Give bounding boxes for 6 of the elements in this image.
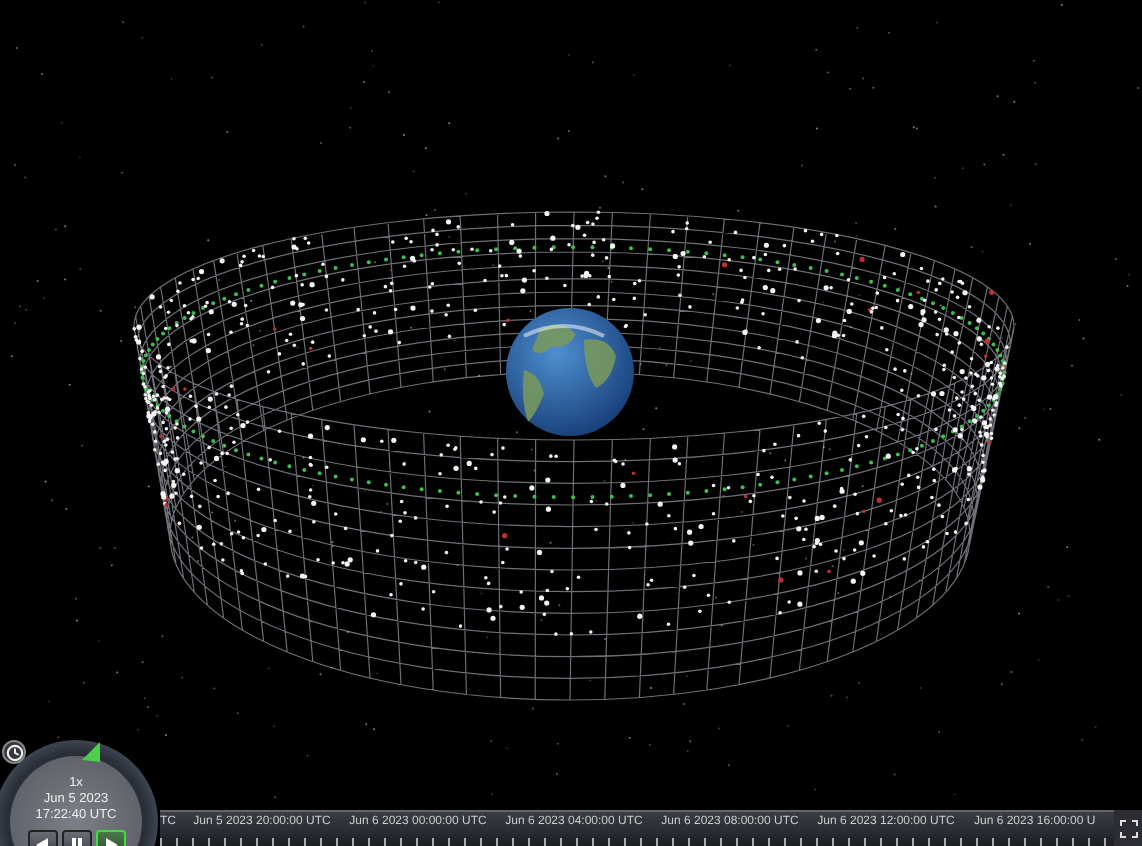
- clock-button[interactable]: [2, 740, 26, 764]
- speed-knob-icon[interactable]: [82, 742, 102, 762]
- earth-globe-drawing: [506, 308, 634, 436]
- fullscreen-icon: [1119, 819, 1137, 837]
- fullscreen-button[interactable]: [1114, 810, 1142, 846]
- clock-icon: [5, 743, 23, 761]
